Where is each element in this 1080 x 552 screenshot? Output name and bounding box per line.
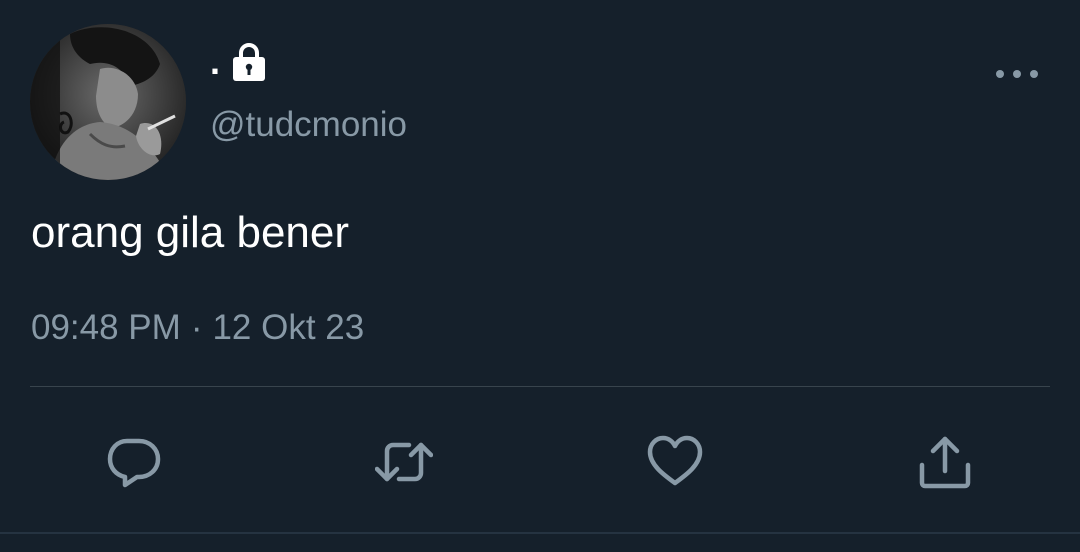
display-name[interactable]: . (210, 42, 220, 82)
more-dot (1030, 70, 1038, 78)
user-handle[interactable]: @tudcmonio (210, 104, 407, 146)
reply-icon (107, 438, 161, 488)
like-button[interactable] (645, 432, 705, 492)
more-icon[interactable] (996, 62, 1038, 86)
more-dot (1013, 70, 1021, 78)
tweet-text: orang gila bener (31, 208, 350, 257)
retweet-icon (375, 442, 433, 482)
bottom-divider (0, 532, 1080, 534)
lock-icon (233, 43, 266, 81)
tweet-card: . @tudcmonio orang gila bener 09:48 PM ·… (0, 0, 1080, 552)
divider (30, 386, 1050, 387)
timestamp-separator: · (190, 308, 203, 347)
share-icon (919, 436, 971, 489)
retweet-button[interactable] (374, 432, 434, 492)
avatar-image (30, 24, 186, 180)
tweet-time: 09:48 PM (31, 308, 181, 347)
avatar[interactable] (30, 24, 186, 180)
action-bar (0, 432, 1080, 492)
tweet-timestamp[interactable]: 09:48 PM · 12 Okt 23 (31, 306, 364, 350)
heart-icon (647, 435, 703, 486)
tweet-date: 12 Okt 23 (212, 308, 365, 347)
display-name-row: . (210, 38, 268, 82)
more-dot (996, 70, 1004, 78)
reply-button[interactable] (104, 432, 164, 492)
share-button[interactable] (915, 432, 975, 492)
